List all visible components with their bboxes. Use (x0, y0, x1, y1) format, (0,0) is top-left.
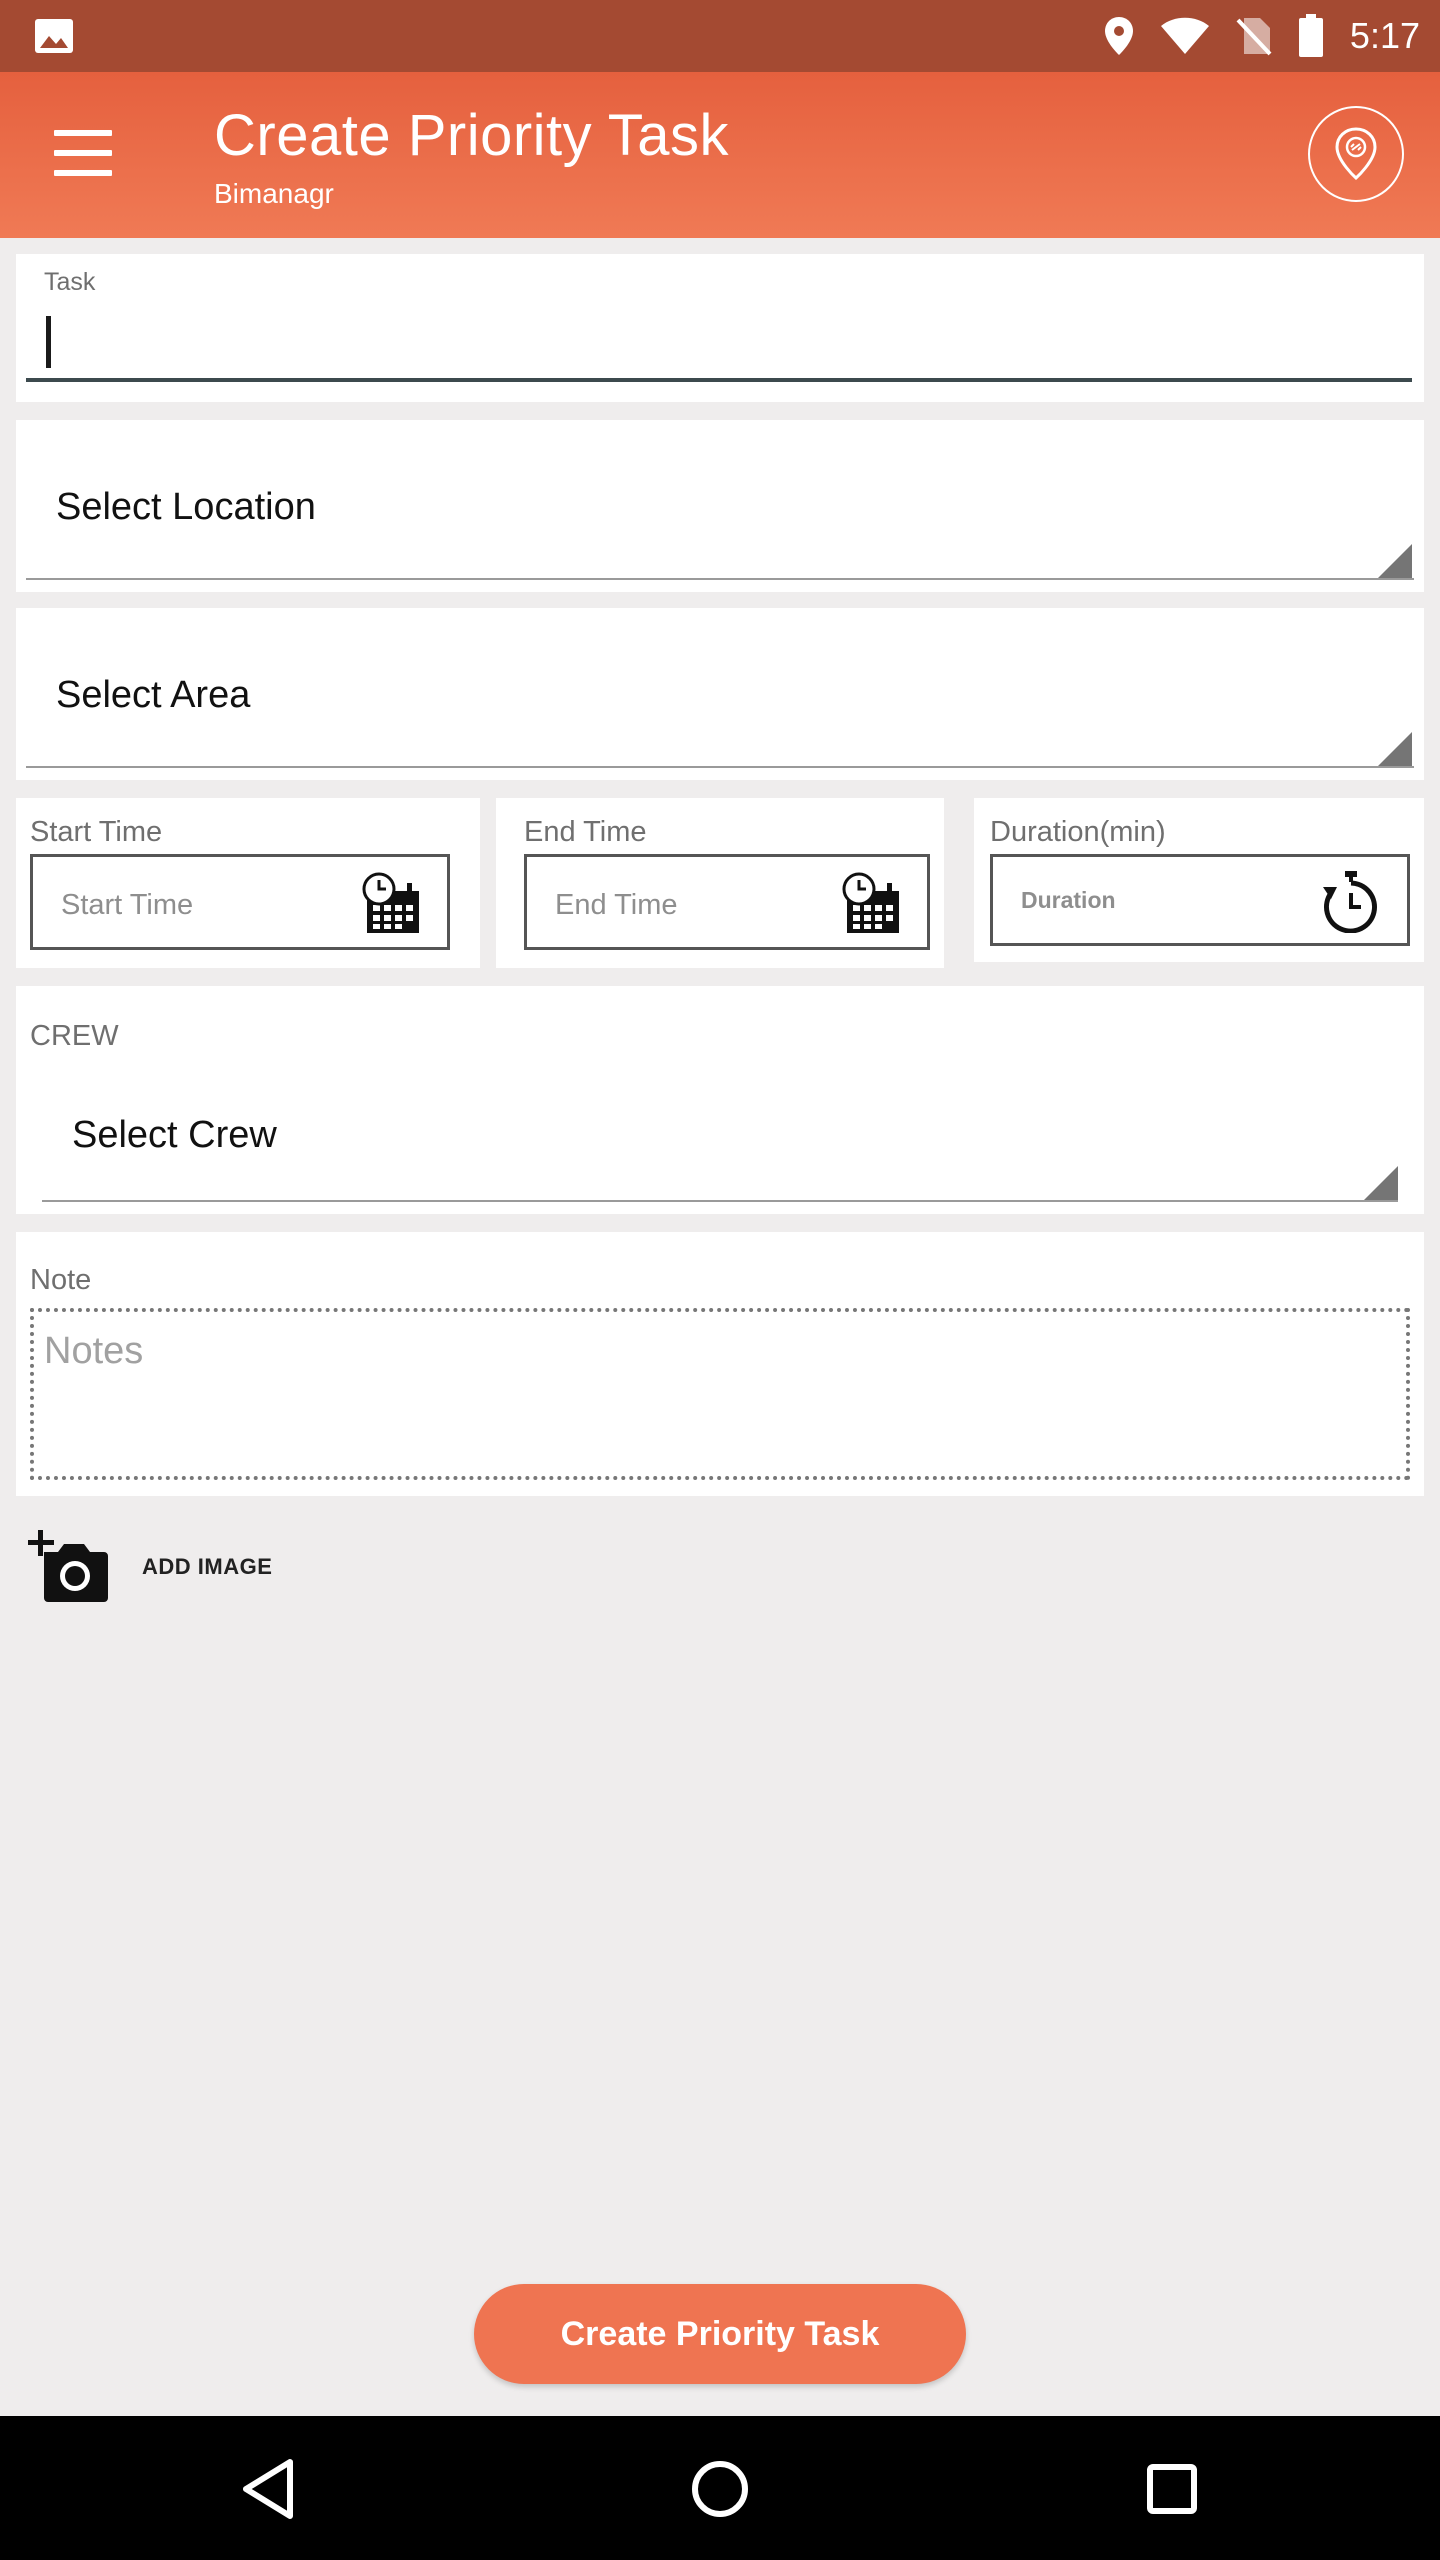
back-nav-icon[interactable] (234, 2454, 304, 2524)
task-input-underline (26, 378, 1412, 382)
start-time-card: Start Time Start Time (16, 798, 480, 968)
page-subtitle: Bimanagr (214, 178, 334, 209)
system-nav-bar (0, 2416, 1440, 2560)
area-dropdown[interactable]: Select Area (16, 608, 1424, 780)
battery-icon (1298, 14, 1323, 57)
area-dropdown-value: Select Area (56, 674, 251, 716)
notes-placeholder: Notes (44, 1330, 144, 1372)
location-button[interactable] (1308, 106, 1404, 202)
end-time-input[interactable]: End Time (524, 854, 930, 950)
note-label: Note (30, 1264, 92, 1296)
end-time-placeholder: End Time (555, 889, 678, 921)
status-clock: 5:17 (1349, 15, 1420, 56)
add-image-label: ADD IMAGE (142, 1554, 273, 1579)
area-dropdown-underline (26, 766, 1414, 768)
note-card: Note Notes (16, 1232, 1424, 1496)
crew-dropdown[interactable]: Select Crew (16, 1076, 1424, 1214)
stopwatch-icon[interactable] (1319, 869, 1383, 933)
task-input[interactable] (56, 314, 1404, 374)
add-image-button[interactable]: ADD IMAGE (28, 1530, 272, 1604)
start-time-label: Start Time (30, 816, 163, 848)
start-time-placeholder: Start Time (61, 889, 194, 921)
calendar-clock-icon[interactable] (839, 871, 903, 935)
crew-dropdown-value: Select Crew (72, 1114, 277, 1156)
map-pin-icon (1335, 127, 1377, 181)
crew-card: CREW Select Crew (16, 986, 1424, 1214)
task-label: Task (44, 268, 96, 296)
task-field-card: Task (16, 254, 1424, 402)
dropdown-arrow-icon (1364, 1166, 1398, 1200)
end-time-label: End Time (524, 816, 647, 848)
status-bar: 5:17 (0, 0, 1440, 72)
location-dropdown-value: Select Location (56, 486, 316, 528)
calendar-clock-icon[interactable] (359, 871, 423, 935)
gallery-icon (35, 19, 73, 53)
location-pin-icon (1104, 17, 1133, 55)
crew-label: CREW (30, 1020, 119, 1052)
end-time-card: End Time End Time (496, 798, 944, 968)
location-dropdown[interactable]: Select Location (16, 420, 1424, 592)
notes-textarea[interactable]: Notes (30, 1308, 1410, 1480)
home-nav-icon[interactable] (685, 2454, 755, 2524)
hamburger-menu-icon[interactable] (54, 130, 112, 180)
text-cursor (46, 316, 51, 368)
duration-label: Duration(min) (990, 816, 1166, 848)
page-title: Create Priority Task (214, 103, 729, 168)
location-dropdown-underline (26, 578, 1414, 580)
recents-nav-icon[interactable] (1137, 2454, 1207, 2524)
duration-placeholder: Duration (1021, 887, 1116, 913)
start-time-input[interactable]: Start Time (30, 854, 450, 950)
crew-dropdown-underline (42, 1200, 1398, 1202)
app-bar: Create Priority Task Bimanagr (0, 72, 1440, 238)
duration-card: Duration(min) Duration (974, 798, 1424, 962)
duration-input[interactable]: Duration (990, 854, 1410, 946)
dropdown-arrow-icon (1378, 732, 1412, 766)
add-camera-icon (28, 1530, 108, 1602)
dropdown-arrow-icon (1378, 544, 1412, 578)
create-priority-task-button[interactable]: Create Priority Task (474, 2284, 966, 2384)
wifi-icon (1160, 17, 1209, 54)
no-sim-icon (1236, 18, 1272, 56)
